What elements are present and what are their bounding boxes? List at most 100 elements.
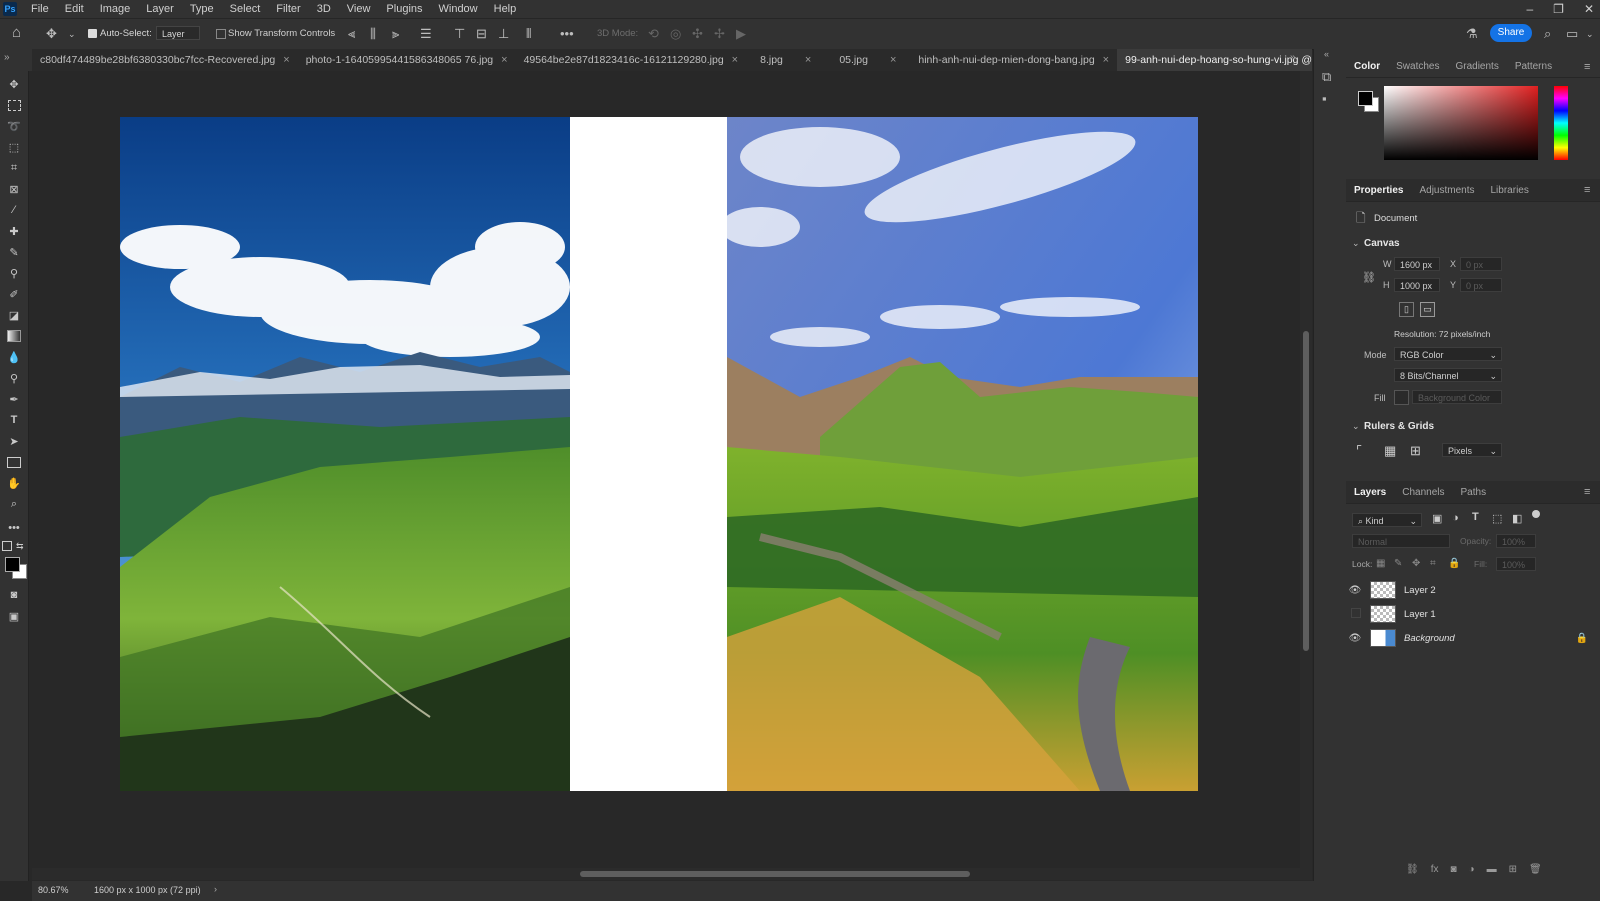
frame-tool-icon[interactable]: ⊠: [5, 180, 23, 198]
history-icon[interactable]: ⧉: [1322, 69, 1331, 85]
close-window-icon[interactable]: ✕: [1584, 2, 1594, 16]
tab-patterns[interactable]: Patterns: [1507, 61, 1560, 72]
layer-row[interactable]: 👁 Layer 2: [1346, 578, 1600, 602]
vertical-scroll-thumb[interactable]: [1303, 331, 1309, 651]
align-left-icon[interactable]: ⫷: [348, 26, 355, 42]
close-tab-icon[interactable]: ×: [890, 49, 896, 71]
filter-toggle-icon[interactable]: [1532, 510, 1540, 518]
gradient-tool-icon[interactable]: [5, 327, 23, 345]
auto-select-dropdown[interactable]: Layer: [156, 26, 200, 40]
workspace-chevron-icon[interactable]: ⌄: [1586, 29, 1594, 40]
units-dropdown[interactable]: Pixels ⌄: [1442, 443, 1502, 457]
panel-menu-icon[interactable]: ≡: [1584, 61, 1590, 73]
tab-adjustments[interactable]: Adjustments: [1411, 185, 1482, 196]
collapse-toolbar-icon[interactable]: »: [4, 52, 10, 63]
tab-gradients[interactable]: Gradients: [1447, 61, 1506, 72]
vertical-scrollbar[interactable]: [1300, 71, 1312, 868]
tab-channels[interactable]: Channels: [1394, 487, 1452, 498]
filter-type-icon[interactable]: T: [1472, 511, 1479, 523]
lock-position-icon[interactable]: ✥: [1412, 558, 1420, 569]
mode-dropdown[interactable]: RGB Color ⌄: [1394, 347, 1502, 361]
align-center-icon[interactable]: ⫼: [370, 26, 376, 42]
blend-mode-dropdown[interactable]: Normal: [1352, 534, 1450, 548]
panel-menu-icon[interactable]: ≡: [1584, 486, 1590, 498]
document-info[interactable]: 1600 px x 1000 px (72 ppi): [94, 885, 201, 895]
menu-type[interactable]: Type: [182, 0, 222, 18]
default-colors-icon[interactable]: [2, 541, 12, 551]
menu-window[interactable]: Window: [431, 0, 486, 18]
align-middle-icon[interactable]: ⊟: [476, 26, 487, 42]
horizontal-scrollbar[interactable]: [32, 868, 1312, 880]
3d-camera-icon[interactable]: ▶: [736, 26, 746, 42]
adjustment-layer-icon[interactable]: ◑: [1469, 864, 1475, 875]
rectangle-tool-icon[interactable]: [5, 453, 23, 471]
eye-icon[interactable]: 👁: [1346, 585, 1364, 596]
filter-shape-icon[interactable]: ⬚: [1492, 512, 1502, 525]
zoom-tool-icon[interactable]: ⌕: [5, 495, 23, 513]
collapse-panels-icon[interactable]: «: [1324, 49, 1329, 59]
brush-tool-icon[interactable]: ✎: [5, 243, 23, 261]
ruler-icon[interactable]: ⌜: [1356, 443, 1362, 459]
menu-3d[interactable]: 3D: [309, 0, 339, 18]
lock-all-icon[interactable]: 🔒: [1448, 558, 1460, 569]
doc-tab[interactable]: 8.jpg ×: [746, 49, 825, 71]
lock-icon[interactable]: 🔒: [1576, 633, 1588, 644]
pen-tool-icon[interactable]: ✒: [5, 390, 23, 408]
chevron-right-icon[interactable]: ›: [214, 884, 217, 894]
layer-name[interactable]: Background: [1404, 633, 1455, 644]
layer-name[interactable]: Layer 1: [1404, 609, 1436, 620]
lock-transparent-icon[interactable]: ▦: [1376, 558, 1385, 569]
auto-select-checkbox[interactable]: [88, 29, 97, 38]
tab-properties[interactable]: Properties: [1346, 185, 1411, 196]
doc-tab[interactable]: hinh-anh-nui-dep-mien-dong-bang.jpg ×: [910, 49, 1117, 71]
menu-view[interactable]: View: [339, 0, 379, 18]
new-layer-icon[interactable]: ⊞: [1509, 864, 1517, 875]
add-mask-icon[interactable]: ◙: [1450, 864, 1456, 875]
swap-colors-icon[interactable]: ⇆: [16, 541, 24, 552]
link-dimensions-icon[interactable]: ⛓: [1362, 271, 1376, 284]
tab-paths[interactable]: Paths: [1453, 487, 1495, 498]
grid-icon[interactable]: ▦: [1384, 443, 1396, 459]
layer-row[interactable]: 👁 Background 🔒: [1346, 626, 1600, 650]
clone-stamp-tool-icon[interactable]: ⚲: [5, 264, 23, 282]
canvas-chevron-icon[interactable]: ⌄: [1352, 238, 1360, 249]
link-layers-icon[interactable]: ⛓: [1406, 864, 1419, 875]
comments-icon[interactable]: ▪: [1322, 91, 1327, 106]
3d-pan-icon[interactable]: ✣: [692, 26, 703, 42]
tab-color[interactable]: Color: [1346, 61, 1388, 72]
3d-roll-icon[interactable]: ◎: [670, 26, 681, 42]
trash-icon[interactable]: 🗑: [1529, 864, 1542, 875]
layer-name[interactable]: Layer 2: [1404, 585, 1436, 596]
close-tab-icon[interactable]: ×: [805, 49, 811, 71]
show-transform-checkbox[interactable]: [216, 29, 226, 39]
distribute-vertical-icon[interactable]: ⫴: [526, 26, 531, 42]
menu-layer[interactable]: Layer: [138, 0, 182, 18]
healing-brush-tool-icon[interactable]: ✚: [5, 222, 23, 240]
doc-tab[interactable]: c80df474489be28bf6380330bc7fcc-Recovered…: [32, 49, 298, 71]
layer-row[interactable]: Layer 1: [1346, 602, 1600, 626]
menu-edit[interactable]: Edit: [57, 0, 92, 18]
doc-tab[interactable]: photo-1-16405995441586348065 76.jpg ×: [298, 49, 516, 71]
hand-tool-icon[interactable]: ✋: [5, 474, 23, 492]
history-brush-tool-icon[interactable]: ✐: [5, 285, 23, 303]
workspace-icon[interactable]: ▭: [1566, 26, 1578, 42]
close-tab-icon[interactable]: ×: [732, 49, 738, 71]
filter-smart-object-icon[interactable]: ◧: [1512, 512, 1522, 525]
screen-mode-icon[interactable]: ▣: [5, 607, 23, 625]
blur-tool-icon[interactable]: 💧: [5, 348, 23, 366]
guides-icon[interactable]: ⊞: [1410, 443, 1421, 459]
filter-adjustment-icon[interactable]: ◑: [1452, 512, 1459, 524]
close-tab-icon[interactable]: ×: [501, 49, 507, 71]
doc-tab-active[interactable]: 99-anh-nui-dep-hoang-so-hung-vi.jpg @ 80…: [1117, 49, 1312, 71]
rulers-chevron-icon[interactable]: ⌄: [1352, 421, 1360, 432]
menu-help[interactable]: Help: [486, 0, 525, 18]
3d-orbit-icon[interactable]: ⟲: [648, 26, 659, 42]
lock-artboard-icon[interactable]: ⌗: [1430, 558, 1436, 569]
fill-opacity-field[interactable]: 100%: [1496, 557, 1536, 571]
bits-dropdown[interactable]: 8 Bits/Channel ⌄: [1394, 368, 1502, 382]
crop-tool-icon[interactable]: ⌗: [5, 159, 23, 177]
share-button[interactable]: Share: [1490, 24, 1532, 42]
hue-slider[interactable]: [1554, 86, 1568, 160]
align-right-icon[interactable]: ⫸: [392, 26, 399, 42]
filter-pixel-icon[interactable]: ▣: [1432, 512, 1442, 525]
